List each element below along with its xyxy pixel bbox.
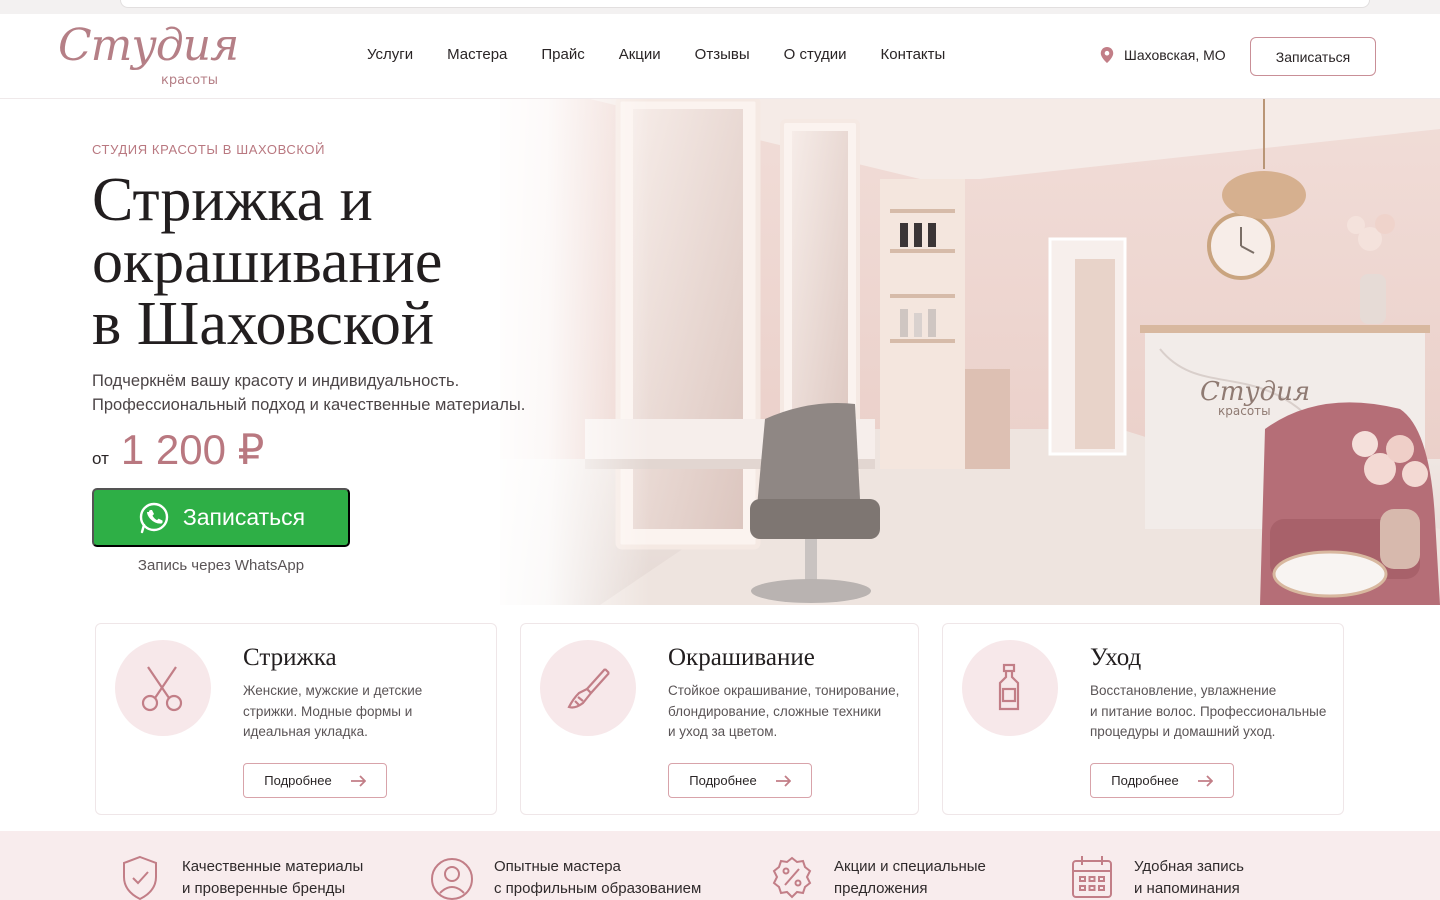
calendar-icon <box>1072 856 1112 898</box>
feature-text: Удобная запись и напоминания <box>1134 856 1244 900</box>
reception-sign-sub: красоты <box>1218 404 1271 418</box>
nav-item-contacts[interactable]: Контакты <box>881 46 946 63</box>
hero-lead-line-2: Профессиональный подход и качественные м… <box>92 396 526 414</box>
nav-item-about[interactable]: О студии <box>784 46 847 63</box>
logo[interactable]: Студия красоты <box>58 20 239 90</box>
services-section: Стрижка Женские, мужские и детские стриж… <box>0 605 1440 831</box>
feature-line: Акции и специальные <box>834 858 986 875</box>
service-desc-line: Восстановление, увлажнение <box>1090 683 1277 698</box>
nav-item-price[interactable]: Прайс <box>541 46 584 63</box>
nav-item-masters[interactable]: Мастера <box>447 46 507 63</box>
main-nav: Услуги Мастера Прайс Акции Отзывы О студ… <box>367 46 945 63</box>
service-desc: Женские, мужские и детские стрижки. Модн… <box>243 681 493 743</box>
hero: Студия красоты СТУДИЯ КРАСОТЫ В ШАХОВСКО… <box>0 99 1440 605</box>
scissors-icon <box>141 666 183 712</box>
more-button-care[interactable]: Подробнее <box>1090 763 1234 798</box>
service-desc-line: и питание волос. Профессиональные <box>1090 703 1327 719</box>
nav-item-reviews[interactable]: Отзывы <box>695 46 750 63</box>
service-card-care: Уход Восстановление, увлажнение и питани… <box>942 623 1344 815</box>
hero-title-line-1: Стрижка и <box>92 166 373 234</box>
service-card-coloring: Окрашивание Стойкое окрашивание, тониров… <box>520 623 919 815</box>
feature-line: Опытные мастера <box>494 858 621 875</box>
hero-title-line-2: окрашивание <box>92 228 443 296</box>
service-icon-bg <box>540 640 636 736</box>
location[interactable]: Шаховская, МО <box>1100 47 1226 63</box>
arrow-right-icon <box>775 774 791 787</box>
service-title: Уход <box>1090 644 1142 671</box>
feature-line: с профильным образованием <box>494 880 702 897</box>
service-desc-line: стрижки. Модные формы и <box>243 703 413 719</box>
service-desc-line: и уход за цветом. <box>668 724 778 739</box>
service-title: Окрашивание <box>668 644 815 671</box>
browser-strip <box>0 0 1440 14</box>
feature-booking: Удобная запись и напоминания <box>1070 853 1244 900</box>
map-pin-icon <box>1100 47 1114 63</box>
shield-check-icon <box>123 855 157 900</box>
service-desc-line: процедуры и домашний уход. <box>1090 724 1276 739</box>
service-desc-line: блондирование, сложные техники <box>668 703 882 719</box>
feature-masters: Опытные мастера с профильным образованием <box>430 853 701 900</box>
feature-text: Акции и специальные предложения <box>834 856 986 900</box>
whatsapp-book-label: Записаться <box>182 504 306 530</box>
service-icon-bg <box>115 640 211 736</box>
service-card-haircut: Стрижка Женские, мужские и детские стриж… <box>95 623 497 815</box>
whatsapp-note: Запись через WhatsApp <box>137 557 305 574</box>
whatsapp-icon <box>139 502 169 533</box>
hero-eyebrow: СТУДИЯ КРАСОТЫ В ШАХОВСКОЙ <box>92 142 326 157</box>
hero-lead: Подчеркнём вашу красоту и индивидуальнос… <box>92 369 562 417</box>
nav-item-promos[interactable]: Акции <box>619 46 661 63</box>
nav-item-services[interactable]: Услуги <box>367 46 413 63</box>
feature-quality: Качественные материалы и проверенные брен… <box>118 853 363 900</box>
price-value: 1 200 ₽ <box>120 426 265 473</box>
service-desc-line: Женские, мужские и детские <box>243 683 423 698</box>
service-desc-line: идеальная укладка. <box>243 724 368 739</box>
more-button-haircut[interactable]: Подробнее <box>243 763 387 798</box>
site-header: Студия красоты Услуги Мастера Прайс Акци… <box>0 14 1440 99</box>
price-from: от <box>92 449 109 468</box>
reception-sign: Студия <box>1200 377 1310 407</box>
feature-line: и напоминания <box>1134 880 1240 897</box>
location-text: Шаховская, МО <box>1124 47 1226 63</box>
feature-text: Опытные мастера с профильным образованием <box>494 856 701 900</box>
arrow-right-icon <box>1197 774 1213 787</box>
feature-line: предложения <box>834 880 928 897</box>
service-desc: Стойкое окрашивание, тонирование, блонди… <box>668 681 918 743</box>
features-bar: Качественные материалы и проверенные брен… <box>0 831 1440 900</box>
address-bar[interactable] <box>120 0 1370 8</box>
brush-icon <box>567 668 610 709</box>
more-label: Подробнее <box>1111 773 1179 788</box>
arrow-right-icon <box>350 774 366 787</box>
feature-promos: Акции и специальные предложения <box>770 853 986 900</box>
logo-script: Студия <box>58 20 239 71</box>
feature-line: Удобная запись <box>1134 858 1244 875</box>
more-label: Подробнее <box>689 773 757 788</box>
service-desc-line: Стойкое окрашивание, тонирование, <box>668 683 900 698</box>
bottle-icon <box>998 663 1020 711</box>
whatsapp-book-button[interactable]: Записаться <box>92 488 350 547</box>
service-icon-bg <box>962 640 1058 736</box>
percent-badge-icon <box>772 856 812 899</box>
service-title: Стрижка <box>243 644 337 671</box>
feature-line: Качественные материалы <box>182 858 364 875</box>
hero-title-line-3: в Шаховской <box>92 290 435 358</box>
hero-price: от 1 200 ₽ <box>92 425 264 474</box>
feature-line: и проверенные бренды <box>182 880 346 897</box>
header-book-button[interactable]: Записаться <box>1250 37 1376 76</box>
more-label: Подробнее <box>264 773 332 788</box>
hero-lead-line-1: Подчеркнём вашу красоту и индивидуальнос… <box>92 372 460 390</box>
service-desc: Восстановление, увлажнение и питание вол… <box>1090 681 1340 743</box>
hero-title: Стрижка и окрашивание в Шаховской <box>92 169 552 355</box>
feature-text: Качественные материалы и проверенные брен… <box>182 856 363 900</box>
more-button-coloring[interactable]: Подробнее <box>668 763 812 798</box>
user-icon <box>431 858 473 900</box>
logo-subtitle: красоты <box>161 73 219 88</box>
